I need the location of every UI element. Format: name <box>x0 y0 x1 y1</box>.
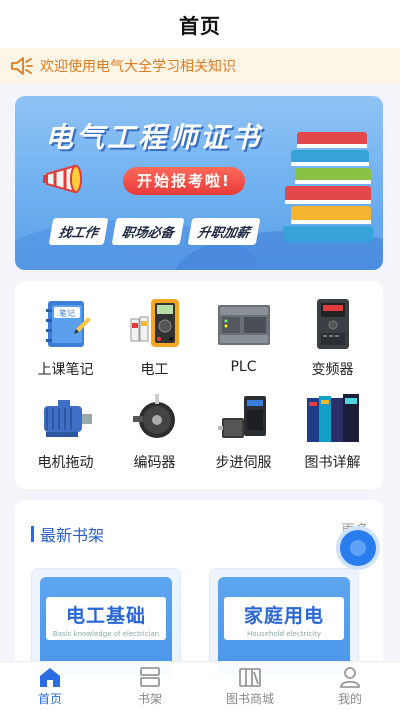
tab-book-mall[interactable]: 图书商城 <box>200 662 300 711</box>
megaphone-icon <box>43 164 82 194</box>
encoder-icon <box>132 394 175 438</box>
grid-item-inverter[interactable]: 变频器 <box>288 295 377 388</box>
book-cover-panel: 电工基础 Basic knowledge of electrician <box>46 597 166 640</box>
grid-item-label: 步进伺服 <box>215 455 272 471</box>
tab-bookshelf[interactable]: 书架 <box>100 662 200 711</box>
tab-profile[interactable]: 我的 <box>300 662 400 711</box>
shelf-header: 最新书架 <box>31 522 104 546</box>
svg-text:笔记: 笔记 <box>59 308 75 318</box>
grid-item-encoder[interactable]: 编码器 <box>110 388 199 481</box>
book-subtitle: Basic knowledge of electrician <box>52 630 160 638</box>
page-title: 首页 <box>179 13 221 38</box>
shelf-title-bar <box>31 526 34 542</box>
top-header: 首页 <box>0 0 400 48</box>
grid-item-plc[interactable]: PLC <box>199 295 288 388</box>
notice-text: 欢迎使用电气大全学习相关知识 <box>40 59 236 75</box>
book-title: 家庭用电 <box>243 605 324 627</box>
grid-item-stepper-servo[interactable]: 步进伺服 <box>199 388 288 481</box>
servo-icon <box>217 396 266 438</box>
inverter-icon <box>316 299 349 349</box>
grid-item-label: 编码器 <box>133 455 176 471</box>
motor-icon <box>43 400 92 437</box>
bottom-tab-bar: 首页 书架 图书商城 我的 <box>0 661 400 711</box>
banner-tags: 找工作 职场必备 升职加薪 <box>48 218 261 245</box>
grid-item-label: 电工 <box>140 362 169 378</box>
tab-home[interactable]: 首页 <box>0 662 100 711</box>
banner-tag: 找工作 <box>48 218 109 245</box>
book-cover-panel: 家庭用电 Household electricity <box>224 597 344 640</box>
banner-title: 电气工程师证书 <box>45 121 263 154</box>
grid-item-label: 电机拖动 <box>37 455 94 471</box>
home-icon <box>40 668 60 687</box>
shelf-title: 最新书架 <box>40 526 105 545</box>
grid-item-label: 上课笔记 <box>37 362 94 378</box>
grid-item-label: PLC <box>230 359 257 375</box>
category-grid: 笔记 上课笔记 电工 PLC 变频器 电机拖动 编码器 步进伺服 图书详解 <box>15 281 383 489</box>
tab-label: 首页 <box>37 692 62 706</box>
grid-item-label: 变频器 <box>311 362 354 378</box>
floating-assistant-button[interactable] <box>340 530 376 566</box>
grid-item-book-details[interactable]: 图书详解 <box>288 388 377 481</box>
book-mall-icon <box>239 668 261 687</box>
notice-bar[interactable]: 欢迎使用电气大全学习相关知识 <box>0 48 400 84</box>
book-stack-icon <box>283 132 373 242</box>
notebook-icon: 笔记 <box>45 301 91 347</box>
grid-item-electrician[interactable]: 电工 <box>110 295 199 388</box>
grid-item-motor-drive[interactable]: 电机拖动 <box>21 388 110 481</box>
tab-label: 书架 <box>137 692 162 706</box>
tab-label: 我的 <box>337 692 362 706</box>
banner-tag: 职场必备 <box>111 218 185 245</box>
promo-banner[interactable]: 电气工程师证书 开始报考啦! 找工作 职场必备 升职加薪 <box>15 96 383 270</box>
profile-icon <box>340 667 360 688</box>
speaker-icon <box>11 57 33 75</box>
plc-icon <box>217 305 270 345</box>
bookshelf-icon <box>140 667 160 687</box>
book-subtitle: Household electricity <box>247 630 321 638</box>
grid-item-label: 图书详解 <box>304 455 361 471</box>
apply-now-button[interactable]: 开始报考啦! <box>123 167 245 195</box>
grid-item-notes[interactable]: 笔记 上课笔记 <box>21 295 110 388</box>
books-icon <box>306 394 359 442</box>
banner-tag: 升职加薪 <box>187 218 261 245</box>
book-title: 电工基础 <box>65 605 146 627</box>
multimeter-icon <box>130 299 179 347</box>
tab-label: 图书商城 <box>225 692 274 706</box>
